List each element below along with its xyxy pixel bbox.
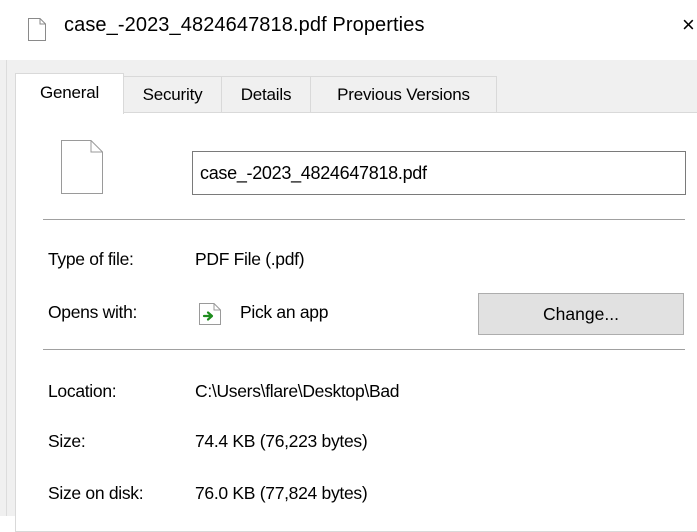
- document-icon: [28, 18, 46, 41]
- tab-security[interactable]: Security: [123, 76, 222, 113]
- tab-general[interactable]: General: [15, 73, 124, 114]
- size-value: 74.4 KB (76,223 bytes): [195, 431, 368, 451]
- window-edge: [6, 60, 7, 516]
- type-of-file-value: PDF File (.pdf): [195, 249, 305, 269]
- size-label: Size:: [48, 431, 86, 451]
- tab-previous-versions[interactable]: Previous Versions: [310, 76, 497, 113]
- close-icon[interactable]: ×: [682, 10, 697, 40]
- separator: [43, 349, 685, 350]
- pick-app-icon: [199, 303, 221, 325]
- title-bar: case_-2023_4824647818.pdf Properties ×: [0, 0, 697, 60]
- change-button[interactable]: Change...: [478, 293, 684, 335]
- size-on-disk-value: 76.0 KB (77,824 bytes): [195, 483, 368, 503]
- opens-with-app: Pick an app: [240, 302, 329, 322]
- document-icon: [61, 140, 103, 194]
- window-title: case_-2023_4824647818.pdf Properties: [64, 14, 425, 36]
- file-name-field[interactable]: [192, 151, 686, 195]
- opens-with-label: Opens with:: [48, 302, 138, 322]
- size-on-disk-label: Size on disk:: [48, 483, 144, 503]
- type-of-file-label: Type of file:: [48, 249, 134, 269]
- tab-details[interactable]: Details: [221, 76, 311, 113]
- location-value: C:\Users\flare\Desktop\Bad: [195, 381, 400, 401]
- location-label: Location:: [48, 381, 117, 401]
- separator: [43, 219, 685, 220]
